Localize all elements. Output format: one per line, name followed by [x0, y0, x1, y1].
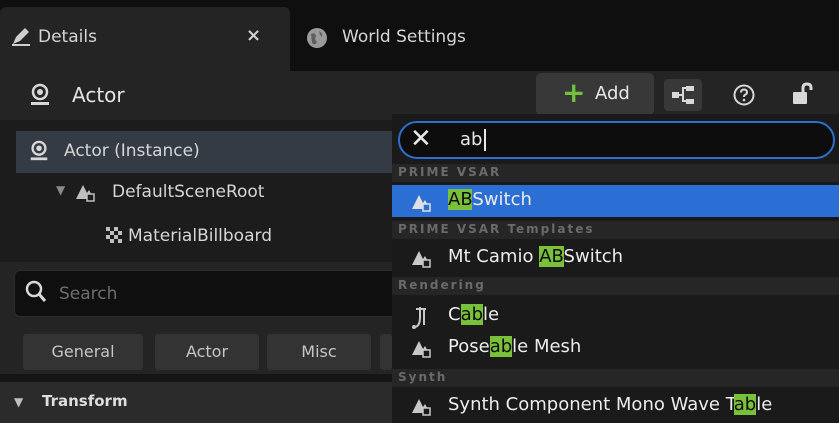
- tree-row-child[interactable]: MaterialBillboard: [82, 220, 392, 254]
- list-item[interactable]: Cable: [392, 301, 839, 331]
- filter-misc[interactable]: Misc: [267, 334, 371, 370]
- list-item[interactable]: Synth Component Mono Wave Table: [392, 391, 839, 421]
- help-icon[interactable]: [733, 84, 755, 106]
- list-item[interactable]: Mt Camio ABSwitch: [392, 243, 839, 273]
- billboard-icon: [104, 225, 126, 247]
- list-item[interactable]: ABSwitch: [392, 185, 839, 217]
- component-search-input[interactable]: ✕ ab: [398, 121, 835, 159]
- list-item[interactable]: Poseable Mesh: [392, 333, 839, 363]
- transform-section-header[interactable]: ▼ Transform: [0, 382, 392, 423]
- tab-world-settings-label: World Settings: [342, 27, 466, 47]
- filter-actor[interactable]: Actor: [155, 334, 259, 370]
- item-label: Poseable Mesh: [448, 336, 582, 357]
- tree-item-label: DefaultSceneRoot: [112, 182, 265, 202]
- hierarchy-button[interactable]: [664, 79, 702, 111]
- scene-component-icon: [74, 181, 96, 203]
- category-label: Synth: [398, 370, 448, 384]
- tree-row-actor-instance[interactable]: Actor (Instance): [16, 131, 408, 173]
- category-label: Rendering: [398, 278, 486, 292]
- expand-arrow-icon[interactable]: ▼: [56, 183, 65, 197]
- tab-details-label: Details: [38, 27, 97, 47]
- search-query: ab: [460, 129, 483, 150]
- collapse-arrow-icon: ▼: [14, 395, 24, 409]
- tree-item-label: Actor (Instance): [64, 141, 200, 161]
- actor-icon: [28, 83, 52, 107]
- filter-general[interactable]: General: [23, 334, 143, 370]
- hierarchy-icon: [672, 86, 694, 104]
- actor-icon: [28, 140, 50, 162]
- search-input[interactable]: Search: [14, 270, 408, 317]
- details-header: Actor + Add: [0, 71, 839, 120]
- tree-row-root[interactable]: ▼ DefaultSceneRoot: [56, 175, 392, 209]
- tree-item-label: MaterialBillboard: [128, 226, 272, 246]
- category-label: PRIME VSAR Templates: [398, 222, 595, 236]
- section-title: Transform: [42, 392, 128, 410]
- unlock-icon[interactable]: [790, 82, 814, 106]
- component-icon: [410, 247, 432, 269]
- text-cursor: [484, 129, 486, 151]
- item-label: Mt Camio ABSwitch: [448, 246, 624, 267]
- search-icon: [25, 279, 47, 303]
- cable-icon: [410, 305, 432, 329]
- component-icon: [410, 191, 432, 213]
- category-header: [392, 369, 839, 387]
- add-component-button[interactable]: + Add: [536, 73, 654, 115]
- component-icon: [410, 337, 432, 359]
- add-button-label: Add: [595, 83, 630, 104]
- clear-search-icon[interactable]: ✕: [410, 124, 432, 154]
- close-icon[interactable]: ×: [246, 25, 261, 46]
- filter-more[interactable]: [380, 334, 392, 370]
- globe-icon: [306, 27, 328, 49]
- tab-world-settings[interactable]: World Settings: [290, 7, 550, 71]
- search-placeholder: Search: [59, 284, 118, 304]
- item-label: Cable: [448, 304, 500, 325]
- page-title: Actor: [72, 83, 125, 107]
- item-label: ABSwitch: [448, 189, 532, 210]
- item-label: Synth Component Mono Wave Table: [448, 394, 773, 415]
- plus-icon: +: [562, 76, 586, 109]
- category-label: PRIME VSAR: [398, 165, 502, 179]
- pencil-icon: [10, 25, 32, 47]
- component-icon: [410, 395, 432, 417]
- tab-details[interactable]: Details ×: [0, 7, 290, 71]
